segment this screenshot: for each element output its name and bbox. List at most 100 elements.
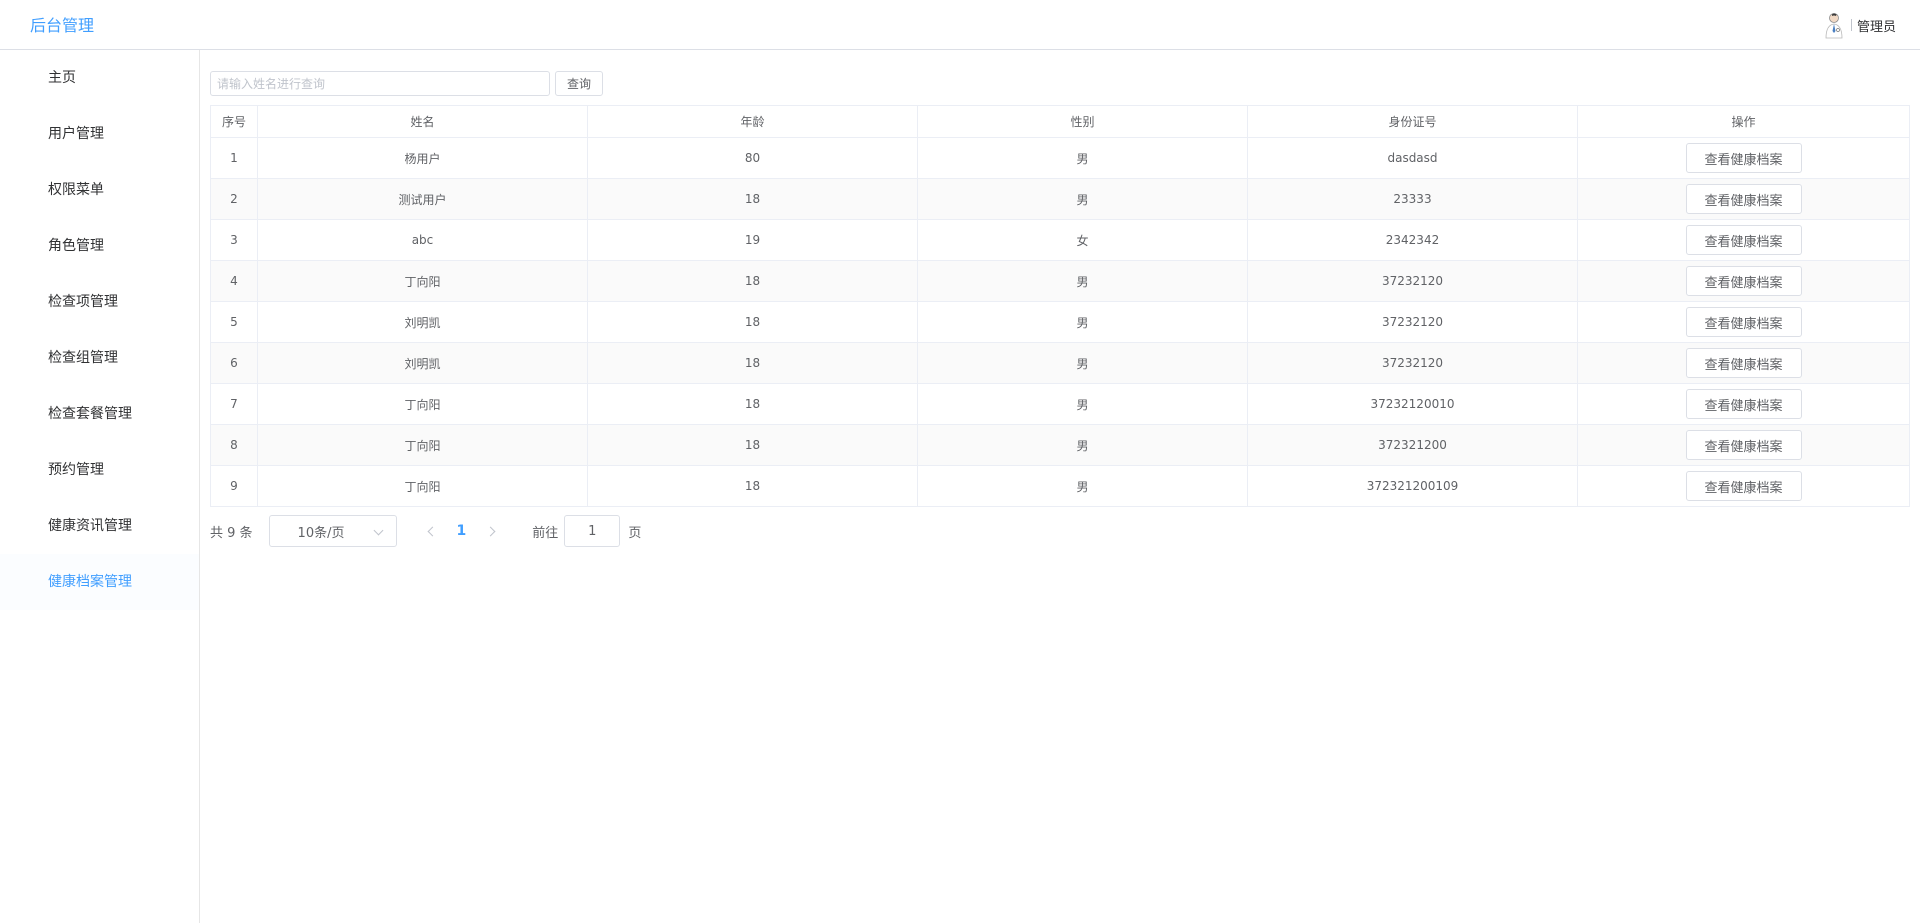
view-health-record-button[interactable]: 查看健康档案 — [1685, 225, 1802, 255]
cell-age: 19 — [587, 219, 918, 261]
chevron-right-icon[interactable] — [482, 521, 502, 541]
page-size-value: 10条/页 — [297, 525, 345, 541]
cell-index: 3 — [210, 219, 258, 261]
cell-name: abc — [257, 219, 588, 261]
cell-name: 刘明凯 — [257, 301, 588, 343]
goto-suffix: 页 — [628, 525, 642, 541]
cell-gender: 男 — [917, 383, 1248, 425]
cell-id-number: 23333 — [1247, 178, 1578, 220]
table-row: 5 刘明凯 18 男 37232120 查看健康档案 — [210, 301, 1910, 343]
search-bar: 查询 — [210, 71, 603, 96]
table-row: 7 丁向阳 18 男 37232120010 查看健康档案 — [210, 383, 1910, 425]
cell-actions: 查看健康档案 — [1577, 178, 1910, 220]
user-separator — [1850, 19, 1852, 31]
cell-id-number: dasdasd — [1247, 137, 1578, 179]
cell-name: 丁向阳 — [257, 424, 588, 466]
sidebar-item-check-packages[interactable]: 检查套餐管理 — [0, 386, 199, 442]
cell-id-number: 37232120 — [1247, 260, 1578, 302]
sidebar-item-health-news[interactable]: 健康资讯管理 — [0, 498, 199, 554]
view-health-record-button[interactable]: 查看健康档案 — [1685, 184, 1802, 214]
goto-page-input[interactable] — [564, 515, 621, 547]
user-avatar-icon[interactable] — [1821, 11, 1847, 39]
view-health-record-button[interactable]: 查看健康档案 — [1685, 266, 1802, 296]
chevron-left-icon[interactable] — [421, 521, 441, 541]
sidebar-item-check-groups[interactable]: 检查组管理 — [0, 330, 199, 386]
cell-age: 18 — [587, 260, 918, 302]
view-health-record-button[interactable]: 查看健康档案 — [1685, 430, 1802, 460]
user-menu[interactable]: 管理员 — [1821, 11, 1896, 39]
page-size-select[interactable]: 10条/页 — [268, 515, 397, 547]
cell-id-number: 37232120 — [1247, 342, 1578, 384]
column-header-age: 年龄 — [587, 105, 918, 138]
cell-index: 4 — [210, 260, 258, 302]
cell-index: 8 — [210, 424, 258, 466]
cell-age: 18 — [587, 383, 918, 425]
cell-id-number: 37232120 — [1247, 301, 1578, 343]
table-header-row: 序号 姓名 年龄 性别 身份证号 操作 — [210, 105, 1910, 138]
sidebar-item-permission-menu[interactable]: 权限菜单 — [0, 162, 199, 218]
column-header-id-number: 身份证号 — [1247, 105, 1578, 138]
cell-name: 丁向阳 — [257, 465, 588, 507]
table-row: 4 丁向阳 18 男 37232120 查看健康档案 — [210, 260, 1910, 302]
cell-gender: 男 — [917, 424, 1248, 466]
brand-title[interactable]: 后台管理 — [30, 12, 94, 36]
view-health-record-button[interactable]: 查看健康档案 — [1685, 143, 1802, 173]
cell-age: 80 — [587, 137, 918, 179]
cell-id-number: 37232120010 — [1247, 383, 1578, 425]
sidebar-item-roles[interactable]: 角色管理 — [0, 218, 199, 274]
cell-gender: 男 — [917, 178, 1248, 220]
column-header-actions: 操作 — [1577, 105, 1910, 138]
column-header-gender: 性别 — [917, 105, 1248, 138]
pagination-total: 共 9 条 — [210, 525, 253, 541]
cell-name: 测试用户 — [257, 178, 588, 220]
name-search-input[interactable] — [210, 71, 550, 96]
cell-index: 6 — [210, 342, 258, 384]
sidebar-item-home[interactable]: 主页 — [0, 50, 199, 106]
column-header-index: 序号 — [210, 105, 258, 138]
cell-gender: 男 — [917, 342, 1248, 384]
cell-gender: 男 — [917, 260, 1248, 302]
cell-index: 1 — [210, 137, 258, 179]
cell-name: 杨用户 — [257, 137, 588, 179]
page-number-current[interactable]: 1 — [457, 523, 467, 539]
cell-id-number: 372321200109 — [1247, 465, 1578, 507]
records-table: 序号 姓名 年龄 性别 身份证号 操作 1 杨用户 80 男 dasdasd 查看健康档案… — [210, 105, 1910, 507]
search-button[interactable]: 查询 — [555, 71, 603, 96]
column-header-name: 姓名 — [257, 105, 588, 138]
view-health-record-button[interactable]: 查看健康档案 — [1685, 307, 1802, 337]
cell-name: 丁向阳 — [257, 383, 588, 425]
view-health-record-button[interactable]: 查看健康档案 — [1685, 471, 1802, 501]
cell-index: 9 — [210, 465, 258, 507]
cell-name: 丁向阳 — [257, 260, 588, 302]
cell-index: 5 — [210, 301, 258, 343]
top-header: 后台管理 管理员 — [0, 0, 1920, 50]
cell-id-number: 372321200 — [1247, 424, 1578, 466]
cell-actions: 查看健康档案 — [1577, 301, 1910, 343]
cell-age: 18 — [587, 465, 918, 507]
cell-actions: 查看健康档案 — [1577, 342, 1910, 384]
cell-age: 18 — [587, 424, 918, 466]
cell-actions: 查看健康档案 — [1577, 383, 1910, 425]
user-name[interactable]: 管理员 — [1857, 16, 1896, 35]
view-health-record-button[interactable]: 查看健康档案 — [1685, 389, 1802, 419]
sidebar-item-appointments[interactable]: 预约管理 — [0, 442, 199, 498]
pagination: 共 9 条 10条/页 1 前往 页 — [210, 515, 641, 547]
table-row: 9 丁向阳 18 男 372321200109 查看健康档案 — [210, 465, 1910, 507]
cell-actions: 查看健康档案 — [1577, 137, 1910, 179]
table-row: 8 丁向阳 18 男 372321200 查看健康档案 — [210, 424, 1910, 466]
sidebar-menu: 主页 用户管理 权限菜单 角色管理 检查项管理 检查组管理 检查套餐管理 预约管… — [0, 50, 200, 923]
sidebar-item-check-items[interactable]: 检查项管理 — [0, 274, 199, 330]
cell-gender: 男 — [917, 137, 1248, 179]
cell-age: 18 — [587, 301, 918, 343]
table-row: 1 杨用户 80 男 dasdasd 查看健康档案 — [210, 137, 1910, 179]
view-health-record-button[interactable]: 查看健康档案 — [1685, 348, 1802, 378]
cell-age: 18 — [587, 178, 918, 220]
table-row: 6 刘明凯 18 男 37232120 查看健康档案 — [210, 342, 1910, 384]
cell-actions: 查看健康档案 — [1577, 219, 1910, 261]
cell-age: 18 — [587, 342, 918, 384]
cell-id-number: 2342342 — [1247, 219, 1578, 261]
sidebar-item-users[interactable]: 用户管理 — [0, 106, 199, 162]
sidebar-item-health-records[interactable]: 健康档案管理 — [0, 554, 199, 610]
cell-gender: 男 — [917, 301, 1248, 343]
cell-actions: 查看健康档案 — [1577, 260, 1910, 302]
